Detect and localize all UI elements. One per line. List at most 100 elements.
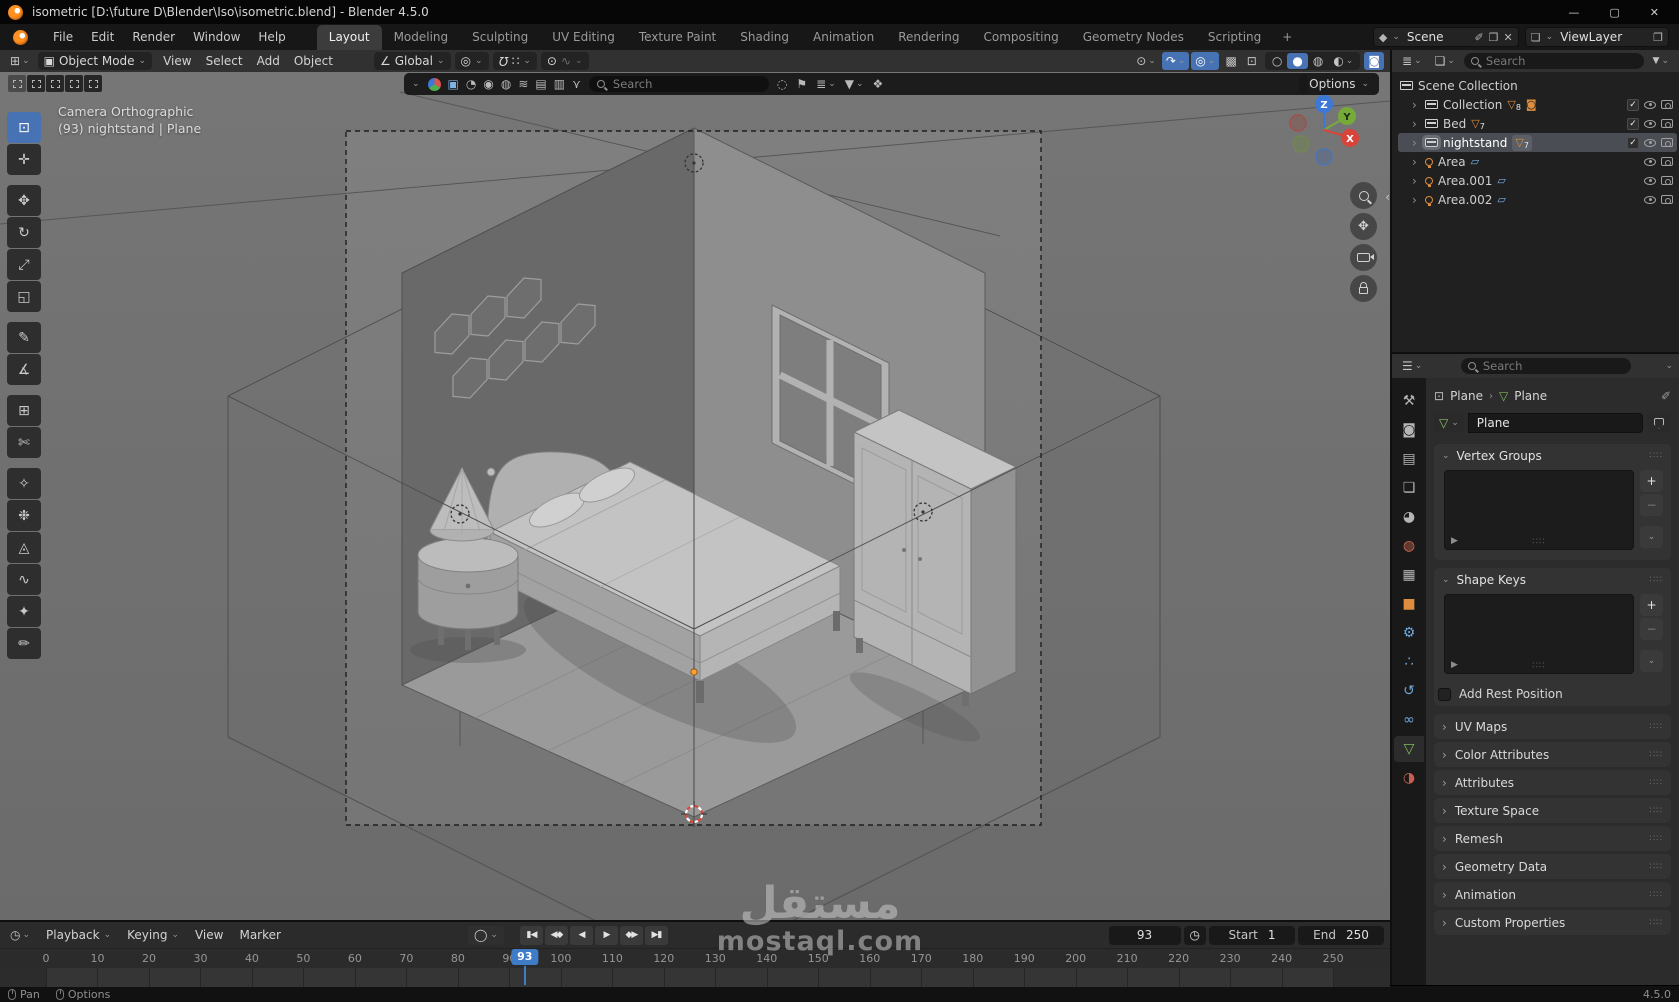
hide-in-viewport-toggle[interactable] <box>1644 139 1656 147</box>
outliner-row[interactable]: › Collection ▽8 ◙ ✓ <box>1398 95 1677 114</box>
workspace-tab[interactable]: Geometry Nodes <box>1071 25 1196 50</box>
tab-output[interactable]: ▤ <box>1394 446 1424 472</box>
previous-keyframe-button[interactable]: ◀◆ <box>545 926 568 945</box>
tab-view-layer[interactable]: ❏ <box>1394 475 1424 501</box>
scene-selector[interactable]: ◆⌄ Scene ✐ ❐ ✕ <box>1373 27 1519 47</box>
list-resize-grip[interactable]: ∷∷ <box>1532 661 1545 671</box>
world-filter-icon[interactable]: ◍ <box>501 77 511 91</box>
tab-object[interactable]: ■ <box>1394 591 1424 617</box>
selectable-checkbox[interactable]: ✓ <box>1627 118 1639 130</box>
timeline-editor-type-button[interactable]: ◷⌄ <box>6 926 34 944</box>
tab-render[interactable]: ◙ <box>1394 417 1424 443</box>
properties-panel-collapsed[interactable]: › Geometry Data ∷∷ <box>1434 854 1671 879</box>
viewport-menu-item[interactable]: Select <box>199 52 250 70</box>
pin-icon[interactable]: ✐ <box>1661 389 1671 403</box>
select-mode-extend[interactable] <box>27 75 45 92</box>
vertex-groups-panel-header[interactable]: ⌄Vertex Groups∷∷ <box>1434 444 1671 468</box>
brush-cleanup-icon[interactable]: ≋ <box>518 77 528 91</box>
view-layer-selector[interactable]: ❏⌄ ViewLayer ❐ <box>1525 27 1669 47</box>
tab-tool[interactable]: ⚒ <box>1394 388 1424 414</box>
shading-wireframe-icon[interactable]: ○ <box>1267 53 1287 69</box>
workspace-tab[interactable]: Modeling <box>382 25 461 50</box>
shading-rendered-icon[interactable]: ◐⌄ <box>1328 53 1358 69</box>
select-mode-intersect[interactable] <box>84 75 102 92</box>
disable-in-renders-toggle[interactable] <box>1661 119 1673 128</box>
playhead-line[interactable] <box>524 966 526 985</box>
proportional-edit-group[interactable]: ⊙∿⌄ <box>541 52 589 70</box>
hide-in-viewport-toggle[interactable] <box>1644 101 1656 109</box>
pivot-point-select[interactable]: ◎⌄ <box>455 52 489 70</box>
tool-add-cube[interactable]: ⊞ <box>7 395 41 426</box>
pin-icon[interactable]: ✐ <box>1474 31 1483 44</box>
minimize-button[interactable]: — <box>1568 6 1579 19</box>
workspace-tab[interactable]: UV Editing <box>540 25 627 50</box>
disable-in-renders-toggle[interactable] <box>1661 100 1673 109</box>
outliner-row[interactable]: › nightstand ▽7 ✓ <box>1398 133 1677 152</box>
menu-item[interactable]: Help <box>249 26 294 48</box>
hide-in-viewport-toggle[interactable] <box>1644 120 1656 128</box>
maximize-button[interactable]: ▢ <box>1609 6 1619 19</box>
bookmark-icon[interactable]: ⚑ <box>796 77 807 91</box>
tab-particles[interactable]: ∴ <box>1394 649 1424 675</box>
outliner-row[interactable]: › Area ▱ <box>1398 152 1677 171</box>
3d-viewport[interactable]: ⌄ ▣◔◉◍≋▤▥⋎ ◌⚑≣⌄▼⌄❖ Options⌄ ⊡✛✥↻⤢◱✎∡⊞✄✧❉… <box>0 72 1390 920</box>
display-mode-icon[interactable]: ≣⌄ <box>816 77 836 91</box>
tool-lamp-paint[interactable]: ✏ <box>7 628 41 659</box>
add-shape-key-button[interactable]: + <box>1640 594 1663 616</box>
breadcrumb-data[interactable]: Plane <box>1514 389 1547 403</box>
workspace-tab[interactable]: Sculpting <box>460 25 540 50</box>
vertex-group-specials-menu[interactable]: ⌄ <box>1640 526 1663 548</box>
workspace-tab[interactable]: Texture Paint <box>627 25 728 50</box>
tool-shear[interactable]: ✄ <box>7 427 41 458</box>
search-input[interactable] <box>611 76 761 92</box>
tool-move[interactable]: ✥ <box>7 185 41 216</box>
shape-key-specials-menu[interactable]: ⌄ <box>1640 650 1663 672</box>
outliner-search-input[interactable] <box>1484 53 1637 69</box>
playhead-badge[interactable]: 93 <box>511 949 538 965</box>
camera-view-button[interactable] <box>1350 244 1377 271</box>
filter-funnel-icon[interactable]: ▼⌄ <box>845 77 864 91</box>
outliner-filter-images-button[interactable]: ❏⌄ <box>1431 52 1459 70</box>
start-frame-field[interactable]: Start1 <box>1209 926 1295 945</box>
expand-arrow-icon[interactable]: › <box>1412 117 1420 131</box>
expand-arrow-icon[interactable]: › <box>1412 193 1420 207</box>
timeline-menu-item[interactable]: Keying⌄ <box>119 926 187 944</box>
mode-select[interactable]: ▣Object Mode⌄ <box>38 52 152 70</box>
use-preview-range-toggle[interactable]: ◷ <box>1184 926 1206 945</box>
shape-keys-list[interactable]: ▶ ∷∷ <box>1444 594 1634 674</box>
show-overlays-toggle[interactable]: ◎⌄ <box>1191 52 1219 70</box>
add-workspace-button[interactable]: + <box>1273 26 1301 48</box>
render-preview-camera-icon[interactable]: ◙ <box>1364 52 1384 70</box>
unlink-icon[interactable]: ✕ <box>1504 31 1513 44</box>
select-mode-new[interactable] <box>8 75 26 92</box>
properties-panel-collapsed[interactable]: › Texture Space ∷∷ <box>1434 798 1671 823</box>
properties-panel-collapsed[interactable]: › Animation ∷∷ <box>1434 882 1671 907</box>
disable-in-renders-toggle[interactable] <box>1661 157 1673 166</box>
disable-in-renders-toggle[interactable] <box>1661 195 1673 204</box>
hide-in-viewport-toggle[interactable] <box>1644 177 1656 185</box>
add-rest-position-checkbox[interactable] <box>1438 688 1451 701</box>
tool-sky-paint[interactable]: ❉ <box>7 500 41 531</box>
outliner-root-row[interactable]: Scene Collection <box>1398 76 1677 95</box>
viewport-menu-item[interactable]: Object <box>287 52 340 70</box>
ghost-icon[interactable]: ◌ <box>777 77 787 91</box>
tool-cursor[interactable]: ✛ <box>7 144 41 175</box>
snap-toggle[interactable]: Ω∷⌄ <box>493 52 537 70</box>
timeline-menu-item[interactable]: Playback⌄ <box>38 926 119 944</box>
workspace-tab[interactable]: Compositing <box>971 25 1070 50</box>
expand-arrow-icon[interactable]: › <box>1412 136 1420 150</box>
transform-orientation-select[interactable]: ∠Global⌄ <box>374 52 451 70</box>
hide-in-viewport-toggle[interactable] <box>1644 158 1656 166</box>
properties-panel-collapsed[interactable]: › Color Attributes ∷∷ <box>1434 742 1671 767</box>
add-vertex-group-button[interactable]: + <box>1640 470 1663 492</box>
shading-material-icon[interactable]: ◍ <box>1308 53 1328 69</box>
workspace-tab[interactable]: Rendering <box>886 25 971 50</box>
shading-pie-icon[interactable]: ◔ <box>466 77 476 91</box>
expand-arrow-icon[interactable]: › <box>1412 174 1420 188</box>
tab-world[interactable]: ◍ <box>1394 533 1424 559</box>
workspace-tab[interactable]: Layout <box>317 25 382 50</box>
blender-menu-button[interactable] <box>6 24 44 50</box>
tab-scene[interactable]: ◕ <box>1394 504 1424 530</box>
properties-panel-collapsed[interactable]: › Attributes ∷∷ <box>1434 770 1671 795</box>
remove-shape-key-button[interactable]: − <box>1640 618 1663 640</box>
